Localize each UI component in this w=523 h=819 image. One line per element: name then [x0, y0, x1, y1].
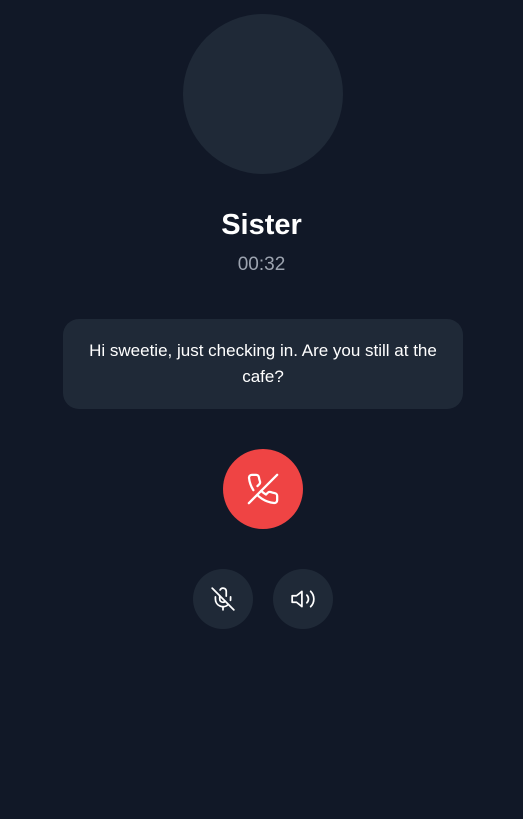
speaker-button[interactable]: [273, 569, 333, 629]
call-timer: 00:32: [237, 254, 286, 275]
phone-off-icon: [246, 472, 280, 506]
volume-icon: [290, 586, 316, 612]
avatar: [183, 14, 343, 174]
mic-off-icon: [210, 586, 236, 612]
mute-button[interactable]: [193, 569, 253, 629]
call-screen: Sister 00:32 Hi sweetie, just checking i…: [0, 0, 523, 819]
caller-name: Sister: [221, 209, 302, 241]
message-text: Hi sweetie, just checking in. Are you st…: [89, 341, 437, 386]
message-bubble: Hi sweetie, just checking in. Are you st…: [63, 319, 463, 409]
end-call-button[interactable]: [223, 449, 303, 529]
